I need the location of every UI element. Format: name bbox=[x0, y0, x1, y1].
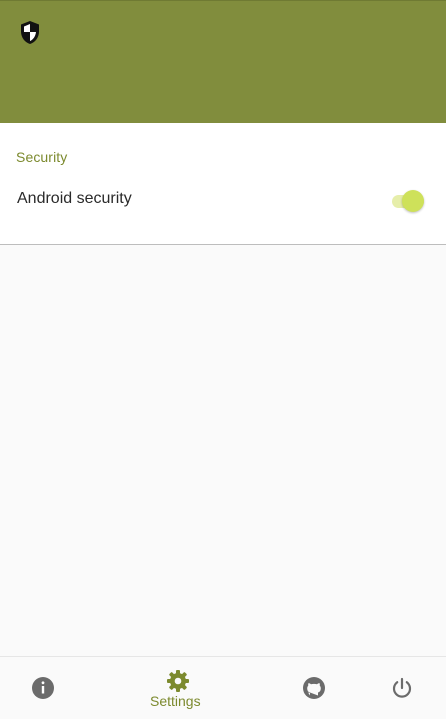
section-title-security: Security bbox=[16, 149, 68, 165]
bottom-navigation: Settings bbox=[0, 656, 446, 718]
info-icon bbox=[32, 677, 54, 699]
settings-panel: Security Android security bbox=[0, 123, 446, 245]
github-icon bbox=[303, 677, 325, 699]
nav-item-settings[interactable]: Settings bbox=[138, 657, 218, 719]
nav-item-github[interactable] bbox=[286, 657, 342, 719]
shield-icon bbox=[21, 21, 39, 44]
toggle-thumb bbox=[402, 190, 424, 212]
nav-item-power[interactable] bbox=[372, 657, 430, 719]
nav-label-settings: Settings bbox=[150, 693, 201, 709]
gear-icon bbox=[167, 670, 189, 692]
power-icon bbox=[392, 677, 412, 698]
nav-item-info[interactable] bbox=[14, 657, 72, 719]
app-header bbox=[0, 0, 446, 123]
android-security-toggle[interactable] bbox=[390, 188, 428, 212]
setting-label: Android security bbox=[17, 190, 132, 207]
setting-row-android-security[interactable]: Android security bbox=[0, 178, 446, 222]
